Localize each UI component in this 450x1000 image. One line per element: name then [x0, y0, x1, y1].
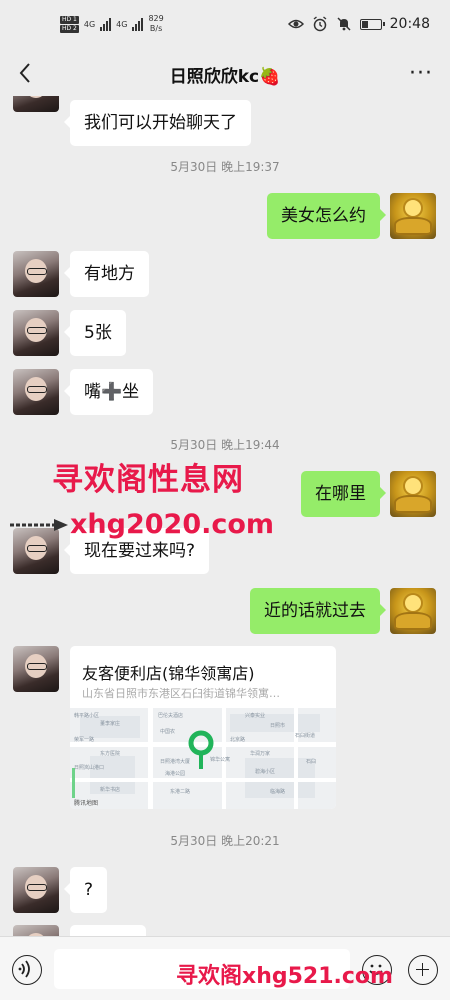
chat-header: 日照欣欣kc🍓 ··· — [0, 50, 450, 96]
map-label: 华润万家 — [250, 751, 271, 757]
map-label: 海港公园 — [165, 771, 186, 777]
contact-avatar[interactable] — [13, 925, 59, 936]
message-bubble[interactable]: 嘴➕坐 — [63, 369, 154, 415]
battery-icon — [359, 18, 385, 30]
map-label: 兴泰实业 — [245, 713, 266, 719]
chat-title: 日照欣欣kc🍓 — [169, 67, 281, 87]
watermark-top: 寻欢阁性息网 — [52, 462, 244, 498]
time-separator: 5月30日 晚上20:21 — [170, 834, 280, 848]
clock: 20:48 — [389, 16, 430, 32]
map-label: 临海路 — [270, 789, 286, 795]
sim-1-label: HD 1 — [60, 15, 79, 24]
net-speed: 829 B/s — [148, 14, 163, 34]
message-bubble-self[interactable]: 美女怎么约 — [267, 193, 386, 239]
map-label: 日照港湾大厦 — [160, 759, 191, 765]
network-status: HD 1 HD 2 4G 4G 829 B/s — [60, 14, 164, 34]
net-speed-value: 829 — [148, 14, 164, 23]
signal-1-icon — [100, 17, 112, 31]
voice-icon — [18, 960, 31, 978]
sim-indicators: HD 1 HD 2 — [60, 15, 79, 33]
message-bubble[interactable]: 5张 — [64, 310, 126, 356]
contact-avatar[interactable] — [13, 369, 59, 415]
system-status: 20:48 — [287, 16, 430, 32]
map-label: 日照市 — [270, 723, 286, 729]
plus-button[interactable] — [408, 955, 438, 985]
map-label: 中国农 — [160, 729, 176, 735]
map-label: 董李家庄 — [100, 721, 121, 727]
map-label: 北京路 — [230, 737, 246, 743]
self-avatar[interactable] — [390, 588, 436, 634]
map-label: 石臼 — [306, 759, 317, 765]
message-bubble-self[interactable]: 在哪里 — [301, 471, 386, 517]
map-label: 韩平路小区 — [74, 713, 100, 719]
alarm-icon — [313, 16, 327, 32]
self-avatar[interactable] — [390, 193, 436, 239]
contact-avatar[interactable] — [13, 867, 59, 913]
message-bubble[interactable]: 有地方 — [64, 251, 149, 297]
net-type-2: 4G — [116, 19, 128, 29]
contact-avatar[interactable] — [13, 310, 59, 356]
map-pin-icon — [188, 730, 214, 769]
map-label: 荣军一路 — [74, 737, 95, 743]
map-provider-logo: 腾讯地图 — [74, 800, 99, 807]
map-label: 新华书店 — [100, 787, 121, 793]
more-options-button[interactable]: ··· — [406, 58, 436, 88]
map-label: 东港二路 — [170, 789, 191, 795]
message-bubble-self[interactable]: 近的话就过去 — [250, 588, 386, 634]
message-bubble[interactable]: ? — [63, 867, 108, 913]
message-bubble-partial[interactable] — [70, 925, 146, 936]
message-bubble[interactable]: 我们可以开始聊天了 — [64, 100, 251, 146]
map-label: 石臼街道 — [295, 733, 316, 739]
mute-icon — [337, 17, 351, 31]
location-address: 山东省日照市东港区石臼街道锦华领寓… — [82, 687, 280, 700]
contact-avatar[interactable] — [13, 646, 59, 692]
signal-2-icon — [132, 17, 144, 31]
voice-button[interactable] — [12, 955, 42, 985]
self-avatar[interactable] — [390, 471, 436, 517]
watermark-bottom: 寻欢阁xhg521.com — [176, 964, 393, 989]
contact-avatar[interactable] — [13, 528, 59, 574]
location-name: 友客便利店(锦华领寓店) — [82, 664, 255, 683]
location-map: 韩平路小区 董李家庄 巴伦夫酒店 荣军一路 北京路 东方医院 兴泰实业 中国农 … — [70, 708, 336, 809]
status-bar: HD 1 HD 2 4G 4G 829 B/s 20:48 — [0, 0, 450, 50]
map-label: 东方医院 — [100, 751, 121, 757]
eye-icon — [287, 19, 304, 29]
contact-avatar[interactable] — [13, 251, 59, 297]
arrow-right-icon — [10, 519, 68, 531]
contact-avatar[interactable] — [13, 96, 59, 112]
time-separator: 5月30日 晚上19:44 — [170, 438, 280, 452]
map-label: 巴伦夫酒店 — [158, 713, 184, 719]
location-card[interactable]: 友客便利店(锦华领寓店) 山东省日照市东港区石臼街道锦华领寓… 韩平路小区 董李… — [70, 646, 336, 809]
sim-2-label: HD 2 — [60, 24, 79, 33]
net-speed-unit: B/s — [149, 24, 163, 33]
time-separator: 5月30日 晚上19:37 — [170, 160, 280, 174]
watermark-mid: xhg2020.com — [70, 509, 275, 540]
net-type-1: 4G — [83, 19, 96, 29]
map-label: 碧海小区 — [255, 769, 276, 775]
map-label: 日照岚山港口 — [74, 765, 105, 771]
